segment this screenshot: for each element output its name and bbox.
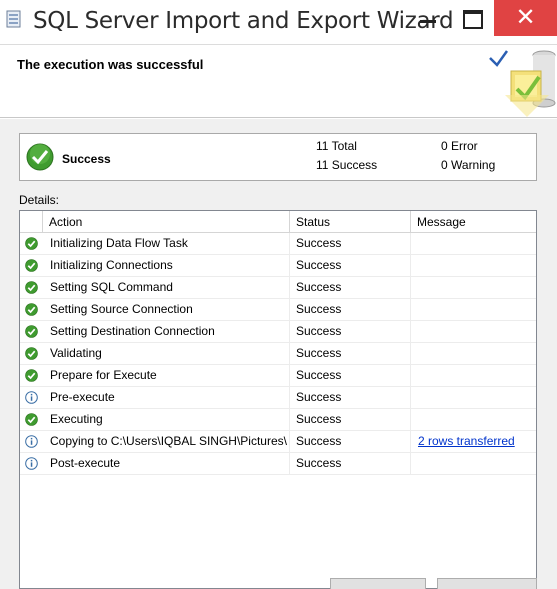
- message-cell: [410, 255, 536, 276]
- info-icon: [25, 457, 38, 470]
- message-cell: [410, 233, 536, 254]
- table-row[interactable]: Setting Destination Connection Success: [20, 321, 536, 343]
- action-cell: Prepare for Execute: [50, 368, 157, 382]
- success-check-icon: [25, 281, 38, 294]
- status-cell: Success: [289, 321, 410, 342]
- table-row[interactable]: Initializing Data Flow Task Success: [20, 233, 536, 255]
- status-cell: Success: [289, 453, 410, 474]
- minimize-button[interactable]: [406, 0, 450, 36]
- summary-status: Success: [62, 152, 111, 166]
- column-header-status[interactable]: Status: [289, 211, 410, 233]
- wizard-graphic-icon: [489, 50, 556, 117]
- details-grid[interactable]: Action Status Message Initializing Data …: [19, 210, 537, 589]
- message-cell: [410, 277, 536, 298]
- success-check-icon: [25, 347, 38, 360]
- status-cell: Success: [289, 431, 410, 452]
- action-cell: Initializing Data Flow Task: [50, 236, 188, 250]
- table-row[interactable]: Setting SQL Command Success: [20, 277, 536, 299]
- report-button[interactable]: [330, 578, 426, 589]
- status-cell: Success: [289, 255, 410, 276]
- table-row[interactable]: Validating Success: [20, 343, 536, 365]
- message-cell: [410, 343, 536, 364]
- action-cell: Setting Source Connection: [50, 302, 193, 316]
- status-cell: Success: [289, 365, 410, 386]
- table-row[interactable]: Prepare for Execute Success: [20, 365, 536, 387]
- success-check-icon: [25, 413, 38, 426]
- action-cell: Validating: [50, 346, 102, 360]
- maximize-button[interactable]: [450, 0, 494, 36]
- action-cell: Setting SQL Command: [50, 280, 173, 294]
- table-row[interactable]: Executing Success: [20, 409, 536, 431]
- app-icon: [6, 10, 21, 28]
- total-count: 11 Total: [316, 139, 357, 153]
- details-label: Details:: [19, 193, 60, 207]
- success-check-icon: [25, 325, 38, 338]
- page-title: The execution was successful: [17, 57, 204, 72]
- message-cell: 2 rows transferred: [410, 431, 536, 452]
- table-row[interactable]: Copying to C:\Users\IQBAL SINGH\Pictures…: [20, 431, 536, 453]
- success-check-icon: [25, 369, 38, 382]
- message-cell: [410, 453, 536, 474]
- action-cell: Post-execute: [50, 456, 121, 470]
- status-cell: Success: [289, 343, 410, 364]
- action-cell: Executing: [50, 412, 103, 426]
- info-icon: [25, 435, 38, 448]
- action-cell: Initializing Connections: [50, 258, 173, 272]
- table-row[interactable]: Setting Source Connection Success: [20, 299, 536, 321]
- success-count: 11 Success: [316, 158, 378, 172]
- success-large-icon: [26, 143, 54, 171]
- success-check-icon: [25, 259, 38, 272]
- close-dialog-button[interactable]: [437, 578, 537, 589]
- status-cell: Success: [289, 387, 410, 408]
- column-header-message[interactable]: Message: [410, 211, 536, 233]
- success-check-icon: [25, 303, 38, 316]
- status-cell: Success: [289, 233, 410, 254]
- wizard-header: The execution was successful: [0, 44, 557, 118]
- table-row[interactable]: Post-execute Success: [20, 453, 536, 475]
- status-cell: Success: [289, 277, 410, 298]
- message-cell: [410, 321, 536, 342]
- action-cell: Copying to C:\Users\IQBAL SINGH\Pictures…: [50, 434, 288, 448]
- warning-count: 0 Warning: [441, 158, 496, 172]
- summary-panel: Success 11 Total 11 Success 0 Error 0 Wa…: [19, 133, 537, 181]
- rows-transferred-link[interactable]: 2 rows transferred: [418, 434, 515, 448]
- message-cell: [410, 387, 536, 408]
- error-count: 0 Error: [441, 139, 478, 153]
- message-cell: [410, 409, 536, 430]
- column-header-action[interactable]: Action: [42, 211, 289, 233]
- window-title: SQL Server Import and Export Wizard: [33, 8, 454, 34]
- table-row[interactable]: Pre-execute Success: [20, 387, 536, 409]
- message-cell: [410, 365, 536, 386]
- grid-header: Action Status Message: [20, 211, 536, 233]
- message-cell: [410, 299, 536, 320]
- wizard-body: Success 11 Total 11 Success 0 Error 0 Wa…: [0, 119, 557, 589]
- close-button[interactable]: ✕: [494, 0, 557, 36]
- action-cell: Setting Destination Connection: [50, 324, 215, 338]
- info-icon: [25, 391, 38, 404]
- status-cell: Success: [289, 299, 410, 320]
- title-bar: SQL Server Import and Export Wizard ✕: [0, 0, 557, 44]
- success-check-icon: [25, 237, 38, 250]
- status-cell: Success: [289, 409, 410, 430]
- action-cell: Pre-execute: [50, 390, 115, 404]
- table-row[interactable]: Initializing Connections Success: [20, 255, 536, 277]
